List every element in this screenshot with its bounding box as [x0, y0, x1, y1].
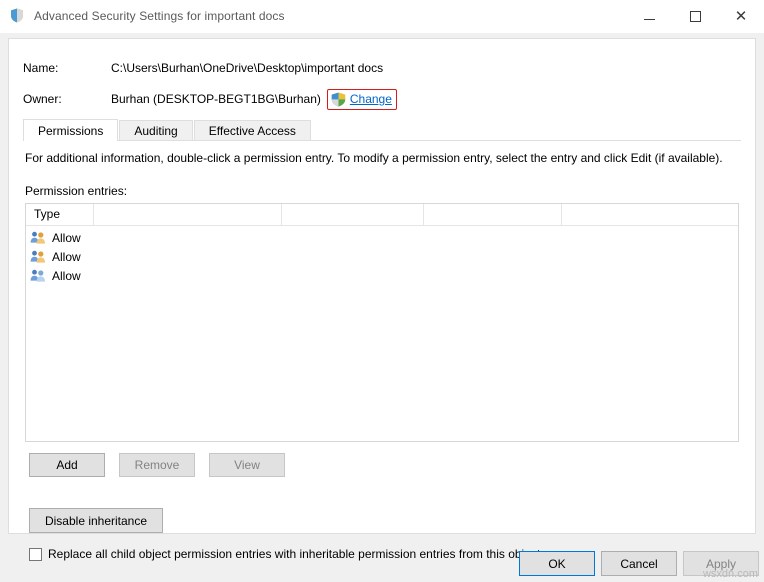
users-icon	[30, 230, 46, 246]
window-controls: ✕	[626, 0, 764, 32]
maximize-button[interactable]	[672, 0, 718, 32]
window-shield-icon	[10, 8, 26, 24]
tab-underline	[23, 140, 741, 141]
tab-strip: Permissions Auditing Effective Access	[23, 119, 741, 141]
list-body: Allow Allow Allow	[26, 226, 738, 285]
info-text: For additional information, double-click…	[25, 151, 723, 165]
add-button[interactable]: Add	[29, 453, 105, 477]
uac-shield-icon	[331, 92, 346, 107]
minimize-button[interactable]	[626, 0, 672, 32]
column-applies-to[interactable]	[562, 204, 738, 225]
minimize-icon	[643, 19, 655, 20]
cancel-button[interactable]: Cancel	[601, 551, 677, 576]
name-row: Name: C:\Users\Burhan\OneDrive\Desktop\i…	[23, 59, 755, 77]
table-row[interactable]: Allow	[26, 247, 738, 266]
cell-type: Allow	[52, 249, 81, 264]
close-button[interactable]: ✕	[718, 0, 764, 32]
main-panel: Name: C:\Users\Burhan\OneDrive\Desktop\i…	[8, 38, 756, 561]
name-value: C:\Users\Burhan\OneDrive\Desktop\importa…	[111, 61, 384, 75]
tab-permissions[interactable]: Permissions	[23, 119, 119, 141]
users-icon	[30, 249, 46, 265]
owner-label: Owner:	[23, 92, 62, 106]
advanced-security-settings-window: Advanced Security Settings for important…	[0, 0, 764, 582]
list-header: Type	[26, 204, 738, 226]
name-label: Name:	[23, 61, 59, 75]
permission-entries-label: Permission entries:	[25, 184, 128, 198]
column-access[interactable]	[282, 204, 424, 225]
column-principal[interactable]	[94, 204, 282, 225]
cell-type: Allow	[52, 230, 81, 245]
permission-entries-list[interactable]: Type Allow Allow Allow	[25, 203, 739, 442]
column-inherited-from[interactable]	[424, 204, 562, 225]
tab-effective-access[interactable]: Effective Access	[193, 120, 311, 141]
owner-row: Owner: Burhan (DESKTOP-BEGT1BG\Burhan) C…	[23, 88, 755, 110]
close-icon: ✕	[734, 7, 748, 25]
maximize-icon	[689, 10, 701, 22]
owner-value: Burhan (DESKTOP-BEGT1BG\Burhan)	[111, 92, 321, 106]
dialog-footer: OK Cancel Apply	[0, 544, 764, 582]
window-title: Advanced Security Settings for important…	[34, 9, 285, 23]
watermark: wsxdn.com	[702, 568, 758, 580]
table-row[interactable]: Allow	[26, 228, 738, 247]
table-row[interactable]: Allow	[26, 266, 738, 285]
remove-button: Remove	[119, 453, 195, 477]
cell-type: Allow	[52, 268, 81, 283]
title-bar: Advanced Security Settings for important…	[0, 0, 764, 33]
ok-button[interactable]: OK	[519, 551, 595, 576]
column-type[interactable]: Type	[26, 204, 94, 225]
change-owner-link[interactable]: Change	[350, 92, 392, 106]
change-owner-highlight[interactable]: Change	[326, 88, 397, 110]
users-icon	[30, 268, 46, 284]
tab-auditing[interactable]: Auditing	[119, 120, 193, 141]
disable-inheritance-button[interactable]: Disable inheritance	[29, 508, 163, 533]
view-button: View	[209, 453, 285, 477]
list-action-buttons: Add Remove View	[29, 453, 285, 477]
